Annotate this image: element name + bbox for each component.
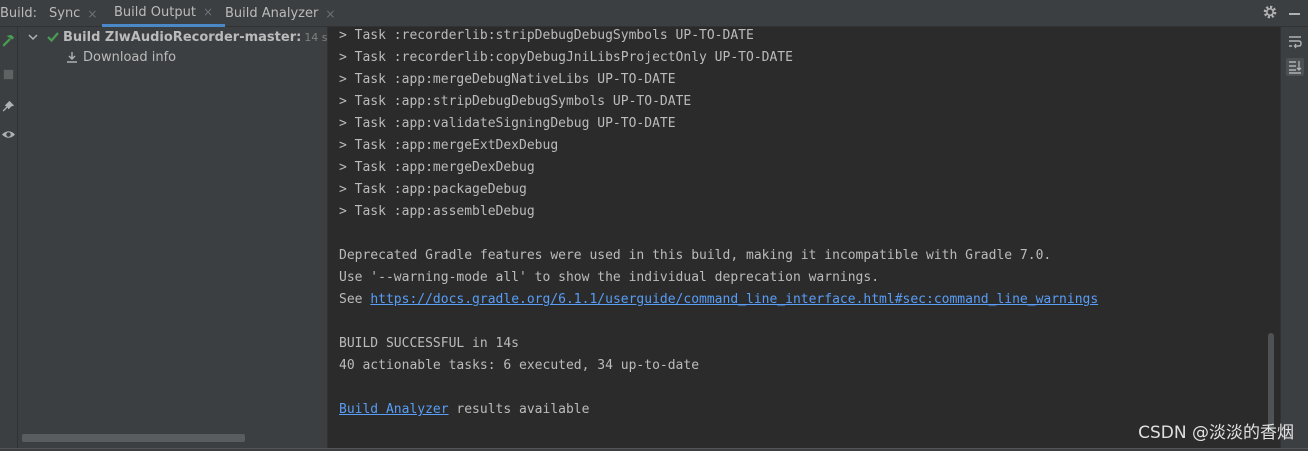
- docs-line: See https://docs.gradle.org/6.1.1/usergu…: [339, 289, 1098, 311]
- tab-sync-label: Sync: [49, 6, 81, 21]
- left-toolbar: [0, 27, 18, 451]
- analyzer-suffix: results available: [448, 402, 590, 417]
- horizontal-scrollbar[interactable]: [22, 434, 245, 442]
- tab-build-analyzer[interactable]: Build Analyzer ×: [225, 0, 335, 27]
- stop-icon[interactable]: [1, 67, 16, 82]
- build-successful-line: BUILD SUCCESSFUL in 14s: [339, 336, 520, 351]
- console-line: > Task :recorderlib:copyDebugJniLibsProj…: [339, 50, 793, 65]
- build-label: Build:: [0, 6, 38, 21]
- gear-icon[interactable]: [1262, 4, 1278, 20]
- console-line: > Task :recorderlib:stripDebugDebugSymbo…: [339, 28, 754, 43]
- deprecation-hint-line: Use '--warning-mode all' to show the ind…: [339, 270, 880, 285]
- console-line: > Task :app:stripDebugDebugSymbols UP-TO…: [339, 94, 692, 109]
- tasks-summary-line: 40 actionable tasks: 6 executed, 34 up-t…: [339, 358, 700, 373]
- console-line: > Task :app:assembleDebug: [339, 204, 535, 219]
- console-line: > Task :app:mergeExtDexDebug: [339, 138, 559, 153]
- watermark: CSDN @淡淡的香烟: [1138, 423, 1294, 443]
- soft-wrap-icon[interactable]: [1286, 33, 1304, 51]
- pin-icon[interactable]: [1, 99, 16, 114]
- console-line: > Task :app:validateSigningDebug UP-TO-D…: [339, 116, 676, 131]
- tab-build-output-label: Build Output: [114, 4, 196, 20]
- build-analyzer-link[interactable]: Build Analyzer: [339, 402, 449, 417]
- hammer-icon[interactable]: [1, 33, 16, 48]
- download-info-label: Download info: [83, 49, 177, 65]
- eye-icon[interactable]: [1, 127, 16, 142]
- build-console-output: > Task :recorderlib:stripDebugDebugSymbo…: [328, 27, 1280, 451]
- scroll-to-end-icon[interactable]: [1286, 58, 1304, 76]
- close-icon[interactable]: ×: [203, 5, 213, 19]
- console-line: > Task :app:packageDebug: [339, 182, 527, 197]
- console-line: > Task :app:mergeDebugNativeLibs UP-TO-D…: [339, 72, 676, 87]
- chevron-down-icon[interactable]: [28, 32, 38, 42]
- close-icon[interactable]: ×: [87, 7, 97, 21]
- analyzer-line: Build Analyzer results available: [339, 399, 589, 421]
- tree-row-download-info[interactable]: Download info: [66, 47, 176, 67]
- deprecation-warning-line: Deprecated Gradle features were used in …: [339, 248, 1052, 263]
- tab-sync[interactable]: Sync ×: [49, 0, 97, 27]
- minimize-icon[interactable]: [1289, 13, 1300, 15]
- download-icon: [67, 52, 77, 63]
- right-toolbar: [1280, 27, 1308, 451]
- tree-row-build[interactable]: Build ZlwAudioRecorder-master: 14 sec, 4…: [28, 27, 327, 47]
- build-tool-window-header: Build: Sync × Build Output × Build Analy…: [0, 0, 1308, 27]
- checkmark-icon: [47, 32, 59, 43]
- build-tree-panel: Build ZlwAudioRecorder-master: 14 sec, 4…: [18, 27, 327, 451]
- vertical-scrollbar[interactable]: [1268, 333, 1274, 431]
- tab-build-analyzer-label: Build Analyzer: [225, 6, 319, 21]
- console-line: > Task :app:mergeDexDebug: [339, 160, 535, 175]
- close-icon[interactable]: ×: [325, 7, 335, 21]
- tab-build-output[interactable]: Build Output ×: [102, 0, 225, 27]
- build-duration: 14 sec, 476 ms: [304, 30, 327, 44]
- build-title: Build ZlwAudioRecorder-master:: [63, 29, 302, 45]
- docs-prefix: See: [339, 292, 371, 307]
- gradle-docs-link[interactable]: https://docs.gradle.org/6.1.1/userguide/…: [370, 292, 1098, 307]
